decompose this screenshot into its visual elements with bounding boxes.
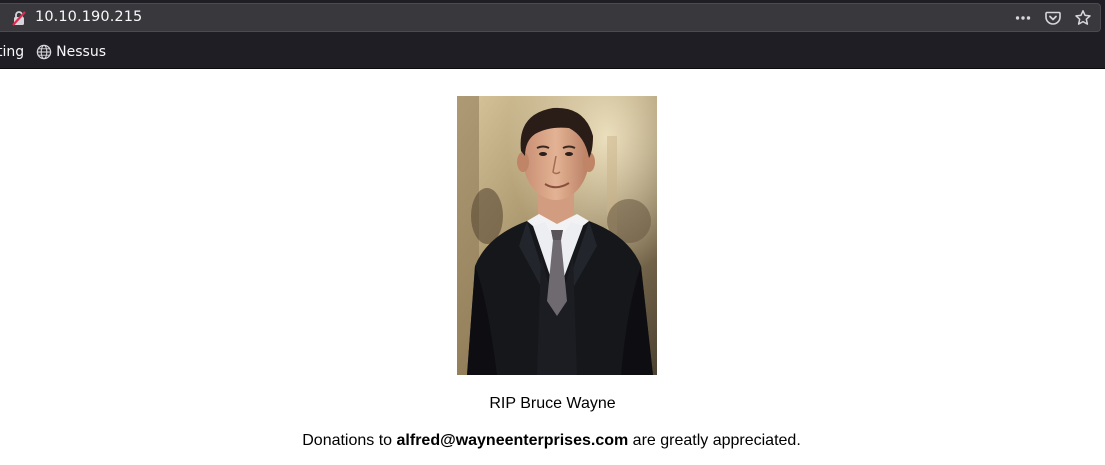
donation-prefix: Donations to — [302, 432, 397, 449]
bookmarks-toolbar: ting Nessus — [0, 38, 1105, 66]
portrait-photo — [457, 96, 657, 375]
donation-email: alfred@wayneenterprises.com — [396, 432, 629, 449]
page-actions — [1014, 8, 1092, 28]
bookmark-label: ting — [0, 44, 25, 60]
more-icon[interactable] — [1014, 9, 1032, 27]
bookmark-item-truncated[interactable]: ting — [0, 40, 24, 64]
bookmark-item-nessus[interactable]: Nessus — [36, 40, 106, 64]
pocket-icon[interactable] — [1044, 9, 1062, 27]
donation-suffix: are greatly appreciated. — [628, 432, 801, 449]
rip-heading: RIP Bruce Wayne — [489, 395, 616, 412]
globe-icon — [36, 44, 52, 60]
bookmark-star-icon[interactable] — [1074, 9, 1092, 27]
address-bar[interactable]: 10.10.190.215 — [0, 3, 1101, 32]
browser-toolbar: 10.10.190.215 ing Nessus — [0, 0, 1105, 69]
web-page: RIP Bruce Wayne Donations to alfred@wayn… — [0, 69, 1105, 465]
bookmark-label: Nessus — [56, 44, 106, 60]
insecure-connection-icon[interactable] — [11, 10, 27, 26]
donation-note: Donations to alfred@wayneenterprises.com… — [0, 432, 1104, 450]
url-text[interactable]: 10.10.190.215 — [35, 9, 142, 25]
